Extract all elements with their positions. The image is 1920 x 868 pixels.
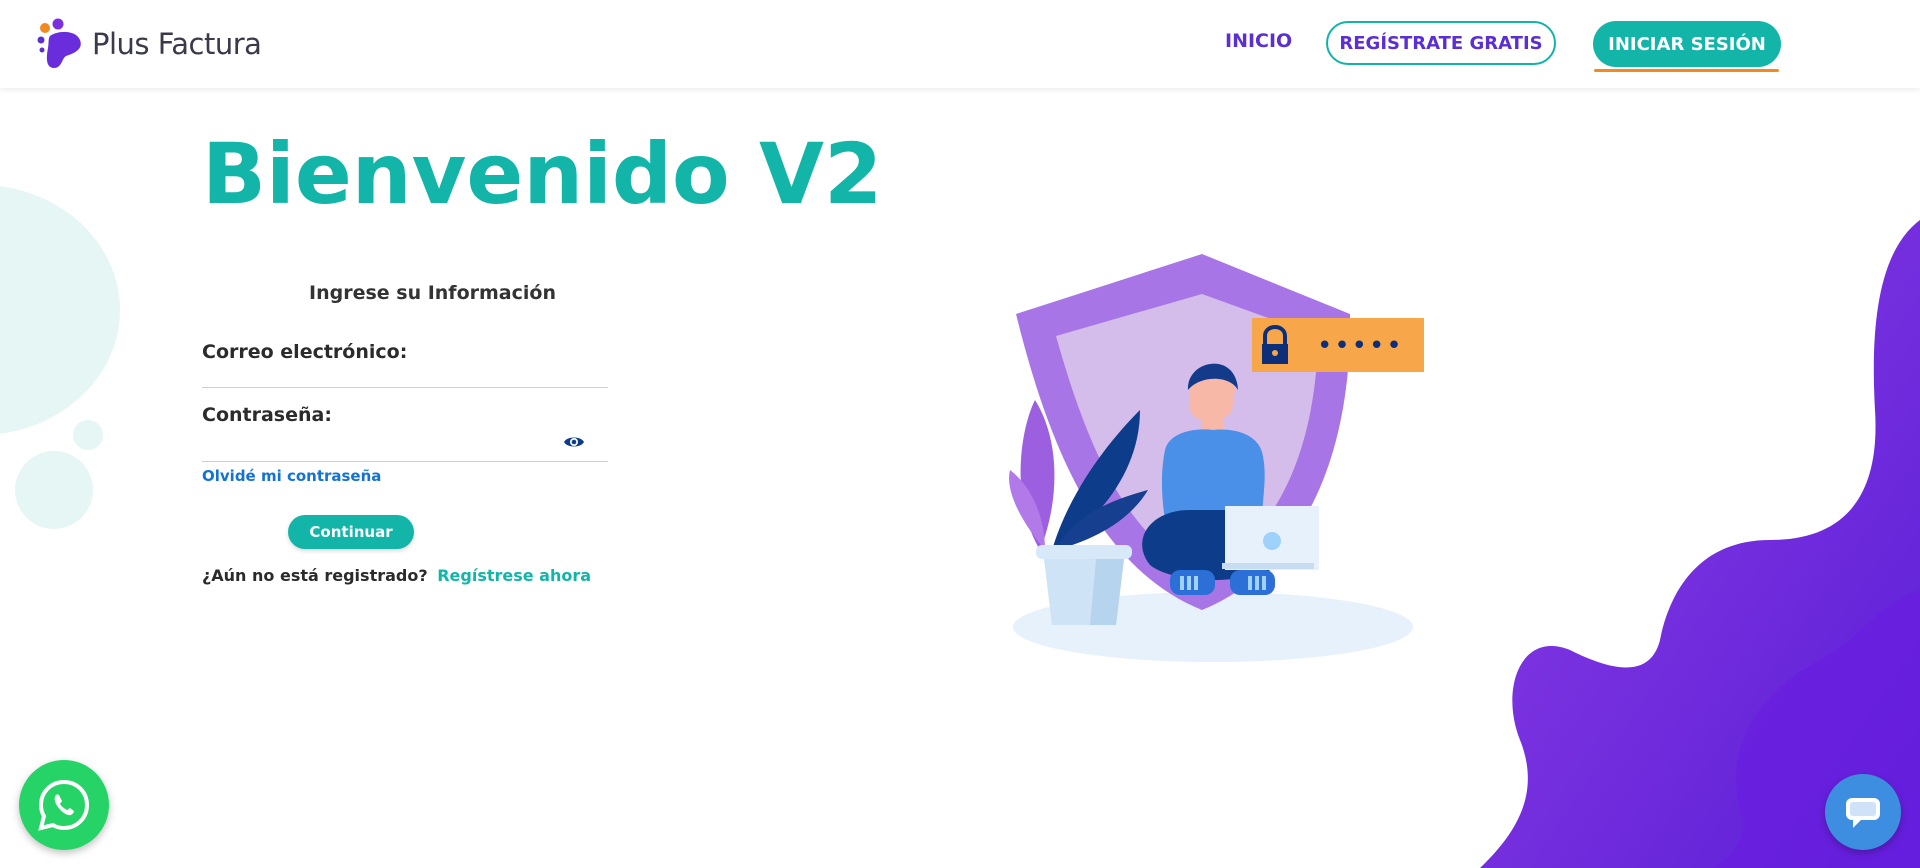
security-illustration: ••••• [1009, 254, 1424, 662]
whatsapp-icon [38, 779, 90, 831]
plus-factura-logo-icon [37, 18, 81, 68]
register-now-link[interactable]: Regístrese ahora [437, 566, 591, 585]
chat-bubble-icon [1846, 798, 1880, 828]
email-label: Correo electrónico: [202, 341, 408, 363]
right-purple-wave-decoration [1480, 220, 1920, 868]
nav-home-link[interactable]: INICIO [1225, 30, 1292, 52]
eye-icon[interactable] [563, 434, 585, 450]
nav-register-button[interactable]: REGÍSTRATE GRATIS [1326, 21, 1556, 65]
brand-logo[interactable]: Plus Factura [36, 18, 262, 70]
whatsapp-button[interactable] [19, 760, 109, 850]
password-mask-text: ••••• [1317, 331, 1404, 361]
password-field[interactable] [202, 436, 608, 462]
left-teal-blob-decoration [0, 186, 120, 529]
site-header: Plus Factura INICIO REGÍSTRATE GRATIS IN… [0, 0, 1920, 88]
password-label: Contraseña: [202, 404, 332, 426]
nav-login-button[interactable]: INICIAR SESIÓN [1593, 21, 1781, 67]
form-heading: Ingrese su Información [309, 282, 556, 304]
not-registered-text: ¿Aún no está registrado? [202, 566, 428, 585]
forgot-password-link[interactable]: Olvidé mi contraseña [202, 467, 381, 485]
chat-button[interactable] [1825, 774, 1901, 850]
register-prompt: ¿Aún no está registrado? Regístrese ahor… [202, 566, 591, 585]
continue-button[interactable]: Continuar [288, 515, 414, 549]
email-field[interactable] [202, 362, 608, 388]
page-title: Bienvenido V2 [202, 125, 883, 223]
active-nav-underline [1594, 69, 1779, 72]
brand-name: Plus Factura [92, 27, 262, 61]
